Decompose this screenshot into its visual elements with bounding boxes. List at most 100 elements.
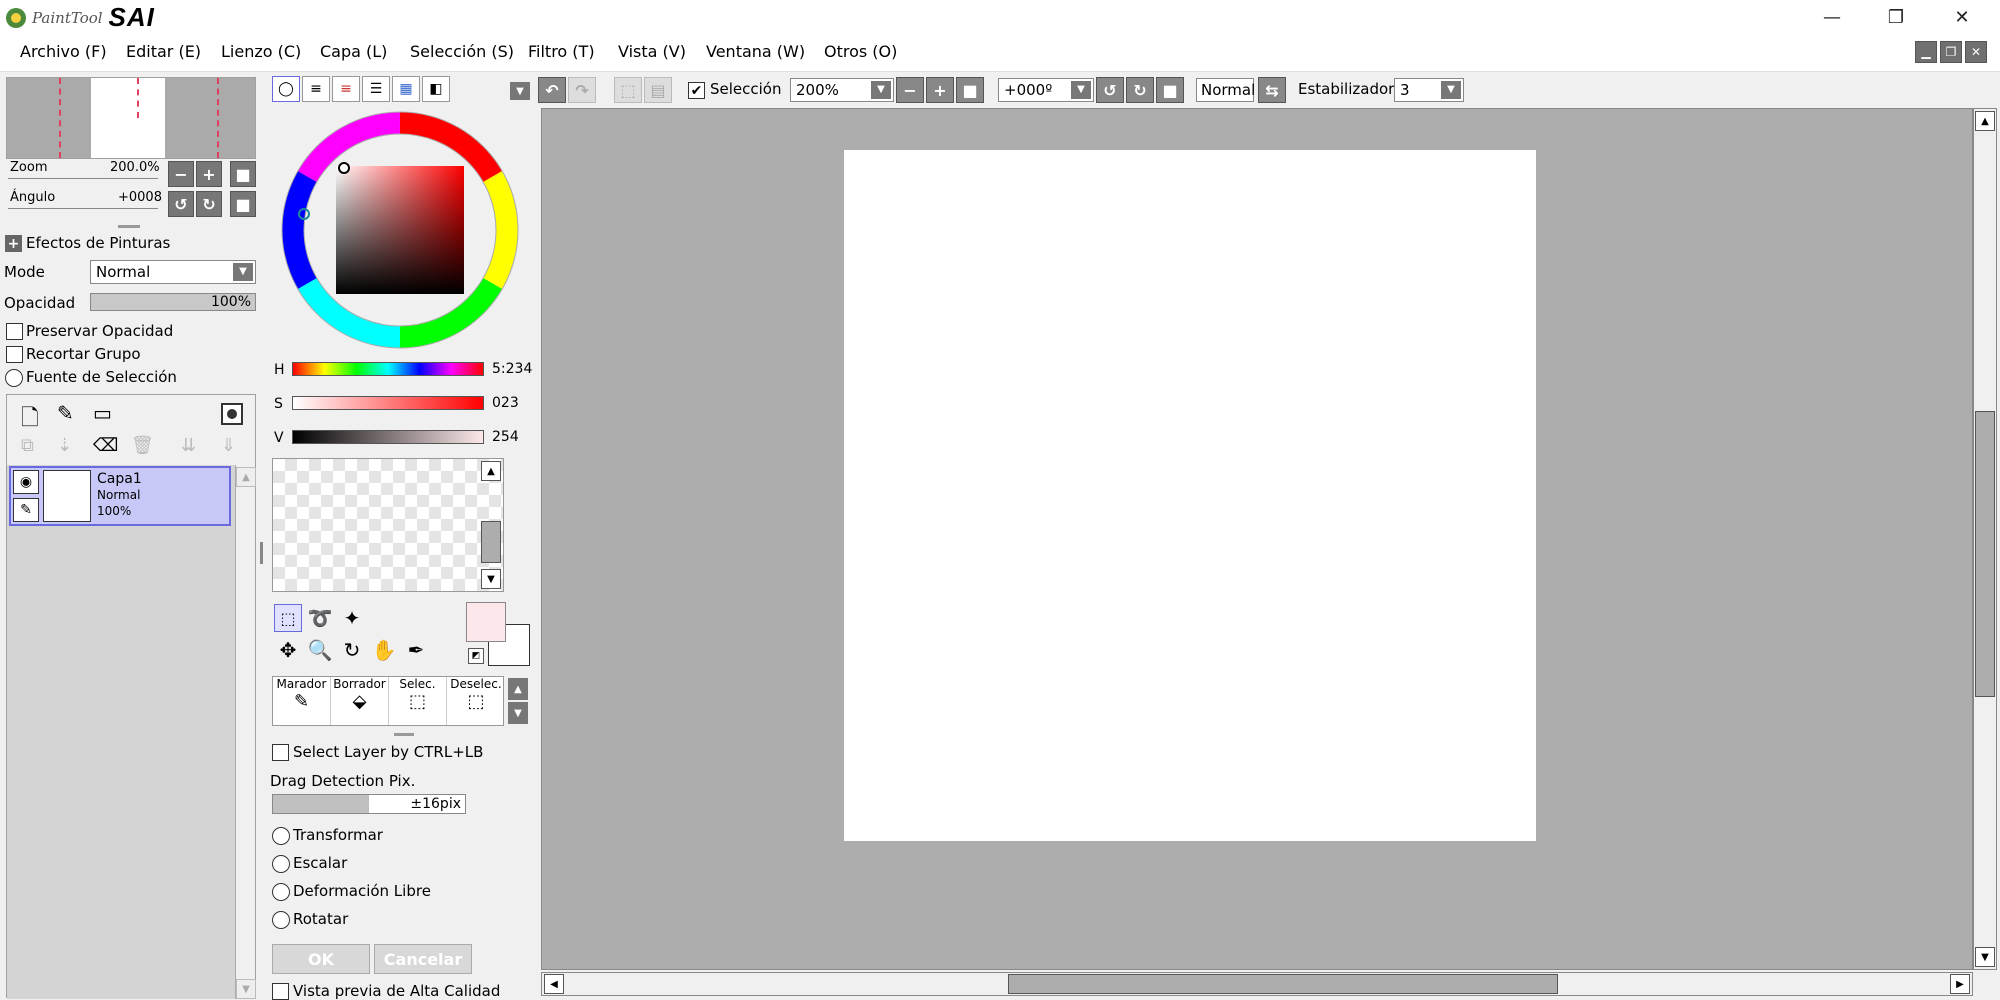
vscroll-up-icon[interactable]: ▲ [1975,111,1995,131]
horizontal-scrollbar[interactable]: ◀ ▶ [541,972,1973,996]
palette-tab-icon[interactable]: ☰ [362,76,390,102]
panel-grip[interactable] [118,225,140,228]
eye-icon[interactable]: ◉ [13,470,39,494]
scroll-up-icon[interactable]: ▲ [236,467,256,487]
tool-panel-grip[interactable] [394,733,414,736]
toolbar-zoom-out-icon[interactable]: − [896,77,924,103]
color-wheel[interactable] [280,110,520,350]
rgb-slider-tab-icon[interactable]: ≡ [302,76,330,102]
copy-layer-icon[interactable]: ⧉ [21,435,34,456]
hand-icon[interactable]: ✋ [370,636,398,664]
stabilizer-select[interactable]: 3 ▼ [1394,78,1464,102]
transform-radio[interactable] [272,827,290,845]
layer-mask-icon[interactable] [221,403,243,425]
toolbar-rotate-left-icon[interactable]: ↺ [1096,77,1124,103]
menu-ventana[interactable]: Ventana (W) [706,42,805,61]
clip-group-checkbox[interactable] [6,346,23,363]
merge-visible-icon[interactable]: ⇓ [221,435,236,456]
selection-source-radio[interactable] [5,369,23,387]
menu-capa[interactable]: Capa (L) [320,42,387,61]
blend-mode-select[interactable]: Normal ▼ [90,260,256,284]
rect-select-icon[interactable]: ⬚ [274,604,302,632]
menu-vista[interactable]: Vista (V) [618,42,686,61]
zoom-reset-icon[interactable]: ■ [230,161,256,187]
menu-editar[interactable]: Editar (E) [126,42,201,61]
menu-lienzo[interactable]: Lienzo (C) [221,42,301,61]
select-layer-checkbox[interactable] [272,744,289,761]
rotate-reset-icon[interactable]: ■ [230,191,256,217]
brush-select[interactable]: Selec. ⬚ [389,677,447,725]
hq-preview-checkbox[interactable] [272,983,289,1000]
scratchpad-tab-icon[interactable]: ◧ [422,76,450,102]
minimize-button[interactable]: — [1800,0,1864,34]
new-layer-icon[interactable]: 🗋 [21,401,39,439]
vertical-scrollbar[interactable]: ▲ ▼ [1973,108,1997,970]
panel-splitter[interactable] [260,542,263,564]
mdi-minimize-icon[interactable]: ▁ [1915,41,1937,63]
flip-horizontal-icon[interactable]: ⇆ [1258,77,1286,103]
hsv-slider-tab-icon[interactable]: ≡ [332,76,360,102]
scratchpad[interactable]: ▲ ▼ [272,458,504,592]
magic-wand-icon[interactable]: ✦ [338,604,366,632]
toolbar-rotate-reset-icon[interactable]: ■ [1156,77,1184,103]
move-icon[interactable]: ✥ [274,636,302,664]
pen-lock-icon[interactable]: ✎ [13,498,39,522]
vscroll-down-icon[interactable]: ▼ [1975,947,1995,967]
blend-select[interactable]: Normal [1196,78,1255,102]
undo-icon[interactable]: ↶ [538,77,566,103]
saturation-slider[interactable] [292,396,484,410]
brush-scroll-down-icon[interactable]: ▼ [508,702,528,724]
scratchpad-scroll-up-icon[interactable]: ▲ [481,461,501,481]
redo-icon[interactable]: ↷ [568,77,596,103]
menu-otros[interactable]: Otros (O) [824,42,897,61]
preserve-opacity-checkbox[interactable] [6,323,23,340]
scratchpad-scroll-down-icon[interactable]: ▼ [481,569,501,589]
brush-eraser[interactable]: Borrador ⬙ [331,677,389,725]
hscroll-thumb[interactable] [1008,974,1558,994]
cancel-button[interactable]: Cancelar [374,944,472,974]
menu-archivo[interactable]: Archivo (F) [20,42,107,61]
zoom-slider[interactable] [8,178,158,179]
delete-layer-icon[interactable]: 🗑 [131,435,154,456]
swatches-tab-icon[interactable]: ▦ [392,76,420,102]
canvas-viewport[interactable] [541,108,1973,970]
hscroll-left-icon[interactable]: ◀ [544,974,564,994]
new-folder-icon[interactable]: ▭ [93,401,112,425]
rotate-left-icon[interactable]: ↺ [168,191,194,217]
hscroll-right-icon[interactable]: ▶ [1950,974,1970,994]
mdi-close-icon[interactable]: ✕ [1965,41,1987,63]
invert-selection-icon[interactable]: ▤ [644,77,672,103]
navigator-preview[interactable] [6,77,256,159]
toolbar-rotate-right-icon[interactable]: ↻ [1126,77,1154,103]
rotate-radio[interactable] [272,911,290,929]
new-vector-layer-icon[interactable]: ✎ [57,401,74,425]
zoom-out-icon[interactable]: − [168,161,194,187]
brush-deselect[interactable]: Deselec. ⬚ [447,677,505,725]
effects-label[interactable]: Efectos de Pinturas [26,234,170,252]
value-slider[interactable] [292,430,484,444]
menu-filtro[interactable]: Filtro (T) [528,42,595,61]
vscroll-thumb[interactable] [1975,411,1995,697]
angle-slider[interactable] [8,208,158,209]
drag-detection-slider[interactable]: ±16pix [272,794,466,814]
zoom-in-icon[interactable]: + [196,161,222,187]
mdi-restore-icon[interactable]: ❐ [1940,41,1962,63]
hue-slider[interactable] [292,362,484,376]
erase-layer-icon[interactable]: ⌫ [93,435,118,456]
restore-button[interactable]: ❐ [1864,0,1928,34]
opacity-slider[interactable]: 100% [90,293,256,311]
scroll-down-icon[interactable]: ▼ [236,979,256,999]
zoom-icon[interactable]: 🔍 [306,636,334,664]
menu-seleccion[interactable]: Selección (S) [410,42,514,61]
zoom-select[interactable]: 200% ▼ [790,78,894,102]
lasso-icon[interactable]: ➰ [306,604,334,632]
rotate-right-icon[interactable]: ↻ [196,191,222,217]
transfer-down-icon[interactable]: ⇣ [57,435,72,456]
deselect-icon[interactable]: ⬚ [614,77,642,103]
eyedropper-icon[interactable]: ✒ [402,636,430,664]
scale-radio[interactable] [272,855,290,873]
expand-plus-icon[interactable]: + [5,235,22,252]
close-button[interactable]: ✕ [1930,0,1994,34]
scratchpad-scroll-thumb[interactable] [481,521,501,563]
foreground-color-swatch[interactable] [466,602,506,642]
